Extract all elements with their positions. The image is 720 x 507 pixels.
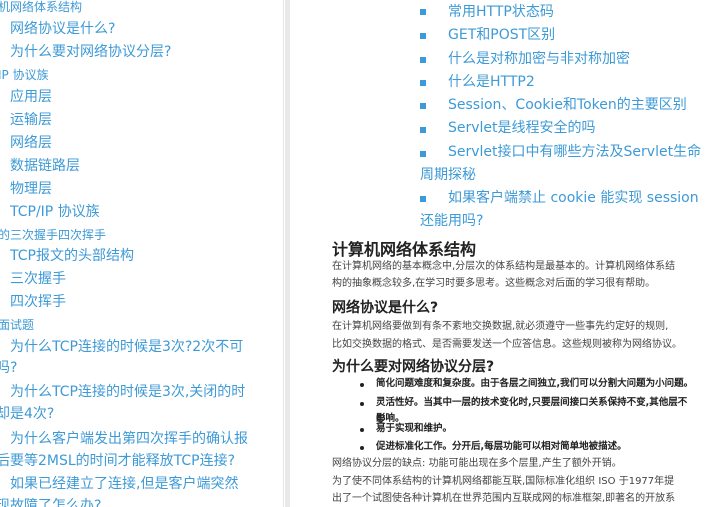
toc-link[interactable]: Servlet是线程安全的吗: [448, 117, 596, 139]
toc-item[interactable]: 的三次握手四次挥手: [0, 224, 106, 246]
toc-item[interactable]: TCP报文的头部结构: [10, 245, 134, 267]
paragraph-line: 比如交换数据的格式、是否需要发送一个应答信息。这些规则被称为网络协议。: [332, 339, 682, 350]
toc-link[interactable]: 常用HTTP状态码: [448, 1, 554, 23]
paragraph-line: 构的抽象概念较多,在学习时要多思考。这些概念对后面的学习很有帮助。: [332, 278, 656, 289]
toc-item[interactable]: 如果已经建立了连接,但是客户端突然: [10, 473, 238, 495]
toc-link[interactable]: 如果客户端禁止 cookie 能实现 session: [448, 187, 699, 209]
toc-item[interactable]: 吗?: [0, 357, 17, 379]
section-heading: 网络协议是什么?: [332, 300, 439, 316]
toc-item[interactable]: 数据链路层: [10, 155, 80, 177]
paragraph-line: 在计算机网络要做到有条不紊地交换数据,就必须遵守一些事先约定好的规则,: [332, 321, 669, 332]
square-bullet-icon: [420, 196, 426, 202]
toc-item[interactable]: 运输层: [10, 109, 52, 131]
list-item: 促进标准化工作。分开后,每层功能可以相对简单地被描述。: [376, 441, 627, 452]
toc-link[interactable]: 什么是HTTP2: [448, 71, 535, 93]
square-bullet-icon: [420, 127, 426, 133]
toc-link-continued[interactable]: 周期探秘: [420, 164, 476, 186]
square-bullet-icon: [420, 33, 426, 39]
paragraph-line: 在计算机网络的基本概念中,分层次的体系结构是最基本的。计算机网络体系结: [332, 261, 676, 272]
toc-item[interactable]: 现故障了怎么办?: [0, 495, 101, 507]
paragraph-line: 出了一个试图使各种计算机在世界范围内互联成网的标准框架,即著名的开放系: [332, 493, 676, 504]
toc-item[interactable]: 却是4次?: [0, 403, 54, 425]
toc-item[interactable]: 为什么客户端发出第四次挥手的确认报: [10, 428, 248, 450]
paragraph-line: 为了使不同体系结构的计算机网络都能互联,国际标准化组织 ISO 于1977年提: [332, 476, 675, 487]
toc-item[interactable]: 应用层: [10, 86, 52, 108]
toc-item[interactable]: 网络层: [10, 132, 52, 154]
section-heading: 为什么要对网络协议分层?: [332, 359, 495, 375]
toc-item[interactable]: TCP/IP 协议族: [10, 201, 100, 223]
toc-link[interactable]: Session、Cookie和Token的主要区别: [448, 94, 687, 116]
square-bullet-icon: [420, 80, 426, 86]
toc-link[interactable]: 什么是对称加密与非对称加密: [448, 48, 630, 70]
toc-link-continued[interactable]: 还能用吗?: [420, 210, 483, 232]
toc-item[interactable]: 为什么TCP连接的时候是3次,关闭的时: [10, 381, 245, 403]
square-bullet-icon: [420, 57, 426, 63]
toc-item[interactable]: 三次握手: [10, 268, 66, 290]
list-item: 简化问题难度和复杂度。由于各层之间独立,我们可以分割大问题为小问题。: [376, 378, 694, 389]
list-item: 易于实现和维护。: [376, 423, 453, 434]
square-bullet-icon: [420, 103, 426, 109]
toc-item[interactable]: IP 协议族: [0, 64, 49, 86]
bullet-dot-icon: [360, 446, 364, 450]
toc-link[interactable]: GET和POST区别: [448, 24, 555, 46]
toc-item[interactable]: 机网络体系结构: [0, 0, 82, 18]
paragraph-line: 网络协议分层的缺点: 功能可能出现在多个层里,产生了额外开销。: [332, 458, 622, 469]
toc-item[interactable]: 为什么TCP连接的时候是3次?2次不可: [10, 336, 243, 358]
toc-item[interactable]: 面试题: [0, 314, 34, 336]
main-content: 常用HTTP状态码 GET和POST区别 什么是对称加密与非对称加密 什么是HT…: [290, 0, 720, 507]
square-bullet-icon: [420, 151, 426, 157]
toc-item[interactable]: 物理层: [10, 178, 52, 200]
bullet-dot-icon: [360, 383, 364, 387]
toc-item[interactable]: 网络协议是什么?: [10, 18, 115, 40]
toc-link[interactable]: Servlet接口中有哪些方法及Servlet生命: [448, 141, 701, 163]
toc-item[interactable]: 为什么要对网络协议分层?: [10, 41, 171, 63]
toc-item[interactable]: 后要等2MSL的时间才能释放TCP连接?: [0, 450, 235, 472]
toc-sidebar: 机网络体系结构 网络协议是什么? 为什么要对网络协议分层? IP 协议族 应用层…: [0, 0, 284, 507]
bullet-dot-icon: [360, 402, 364, 406]
section-heading: 计算机网络体系结构: [332, 240, 477, 259]
toc-item[interactable]: 四次挥手: [10, 291, 66, 313]
square-bullet-icon: [420, 9, 426, 15]
bullet-dot-icon: [360, 428, 364, 432]
